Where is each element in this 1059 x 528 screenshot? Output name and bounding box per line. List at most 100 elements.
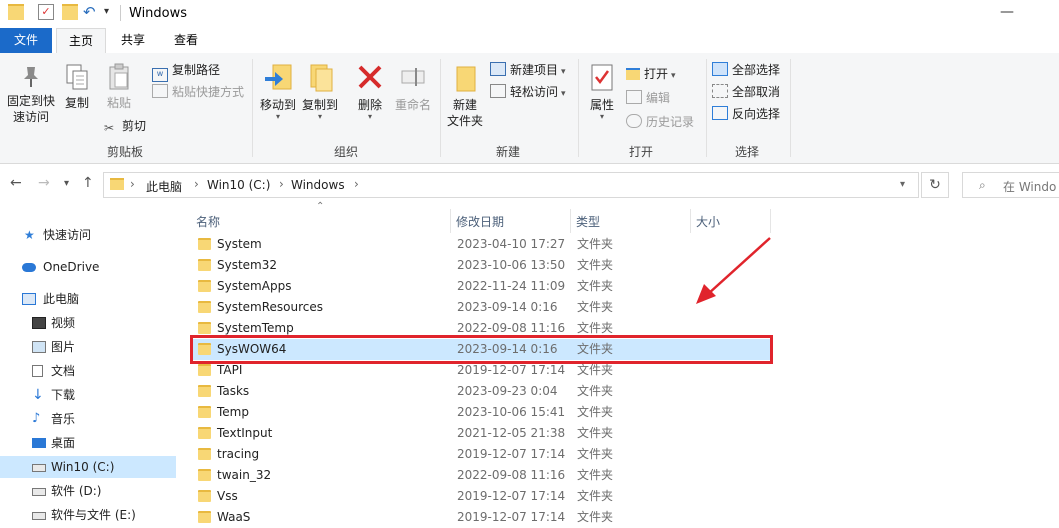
properties-icon[interactable]: ✓ — [38, 4, 54, 20]
pin-to-quick-access-button[interactable]: 固定到快 速访问 — [4, 63, 58, 125]
easy-access-icon — [490, 84, 506, 98]
nav-item-drive-d[interactable]: 软件 (D:) — [0, 480, 176, 502]
file-row[interactable]: SystemResources 2023-09-14 0:16 文件夹 — [190, 297, 770, 318]
file-row[interactable]: Vss 2019-12-07 17:14 文件夹 — [190, 486, 770, 507]
nav-item-quick-access[interactable]: ★ 快速访问 — [0, 224, 176, 246]
file-type: 文件夹 — [577, 237, 614, 251]
column-separator[interactable] — [690, 209, 691, 233]
minimize-button[interactable]: — — [1000, 4, 1014, 20]
undo-icon[interactable]: ↶ — [83, 4, 99, 20]
nav-item-drive-c[interactable]: Win10 (C:) — [0, 456, 176, 478]
nav-item-downloads[interactable]: ↓ 下载 — [0, 384, 176, 406]
recent-locations-chevron-icon[interactable]: ▾ — [64, 178, 69, 189]
back-arrow-icon[interactable]: ← — [10, 175, 22, 191]
refresh-icon: ↻ — [929, 177, 941, 193]
file-row[interactable]: WaaS 2019-12-07 17:14 文件夹 — [190, 507, 770, 528]
folder-icon — [198, 301, 211, 313]
file-type: 文件夹 — [577, 300, 614, 314]
file-name: WaaS — [217, 510, 251, 524]
column-separator[interactable] — [570, 209, 571, 233]
chevron-down-icon: ▾ — [561, 67, 566, 77]
file-row[interactable]: Tasks 2023-09-23 0:04 文件夹 — [190, 381, 770, 402]
file-row[interactable]: twain_32 2022-09-08 11:16 文件夹 — [190, 465, 770, 486]
folder-icon — [110, 178, 124, 190]
history-button[interactable]: 历史记录 — [626, 113, 694, 131]
cut-label: 剪切 — [122, 119, 147, 133]
up-arrow-icon[interactable]: ↑ — [82, 175, 94, 191]
file-date: 2023-10-06 13:50 — [457, 258, 566, 272]
chevron-down-icon: ▾ — [599, 112, 604, 121]
rename-button[interactable]: 重命名 — [390, 63, 436, 113]
file-type: 文件夹 — [577, 426, 614, 440]
new-folder-button[interactable]: 新建 文件夹 — [444, 63, 486, 129]
tab-share[interactable]: 共享 — [110, 28, 156, 53]
breadcrumb-drive-c[interactable]: Win10 (C:) — [207, 178, 270, 192]
edit-button[interactable]: 编辑 — [626, 89, 670, 107]
address-bar[interactable]: › 此电脑 › Win10 (C:) › Windows › ▾ — [103, 172, 919, 198]
nav-item-music[interactable]: ♪ 音乐 — [0, 408, 176, 430]
file-date: 2022-11-24 11:09 — [457, 279, 566, 293]
delete-label: 删除 — [357, 98, 382, 112]
file-date: 2019-12-07 17:14 — [457, 510, 566, 524]
refresh-button[interactable]: ↻ — [921, 172, 949, 198]
search-box[interactable]: ⌕ 在 Windo — [962, 172, 1059, 198]
copy-button[interactable]: 复制 — [60, 63, 94, 111]
copy-path-icon: w — [152, 68, 168, 82]
column-header-name[interactable]: 名称 — [196, 213, 220, 230]
nav-item-this-pc[interactable]: 此电脑 — [0, 288, 176, 310]
paste-shortcut-button[interactable]: 粘贴快捷方式 — [152, 83, 244, 101]
file-row[interactable]: Temp 2023-10-06 15:41 文件夹 — [190, 402, 770, 423]
customize-dropdown-icon[interactable]: ▾ — [104, 4, 120, 20]
forward-arrow-icon[interactable]: → — [38, 175, 50, 191]
tab-home[interactable]: 主页 — [56, 28, 106, 53]
select-none-button[interactable]: 全部取消 — [712, 83, 780, 101]
column-header-size[interactable]: 大小 — [696, 213, 720, 230]
new-folder-icon — [456, 66, 476, 92]
copy-path-button[interactable]: w 复制路径 — [152, 61, 220, 82]
tab-file[interactable]: 文件 — [0, 28, 52, 53]
open-button[interactable]: 打开 ▾ — [626, 65, 676, 83]
chevron-down-icon: ▾ — [561, 89, 566, 99]
column-separator[interactable] — [770, 209, 771, 233]
nav-item-videos[interactable]: 视频 — [0, 312, 176, 334]
address-dropdown-icon[interactable]: ▾ — [900, 179, 905, 190]
nav-item-label: 软件与文件 (E:) — [51, 508, 136, 522]
properties-button[interactable]: 属性 ▾ — [584, 63, 620, 121]
file-type: 文件夹 — [577, 510, 614, 524]
nav-item-desktop[interactable]: 桌面 — [0, 432, 176, 454]
breadcrumb-windows[interactable]: Windows — [291, 178, 345, 192]
invert-selection-button[interactable]: 反向选择 — [712, 105, 780, 123]
file-row[interactable]: TextInput 2021-12-05 21:38 文件夹 — [190, 423, 770, 444]
nav-item-documents[interactable]: 文档 — [0, 360, 176, 382]
edit-icon — [626, 90, 642, 104]
file-row[interactable]: SystemApps 2022-11-24 11:09 文件夹 — [190, 276, 770, 297]
file-row[interactable]: System 2023-04-10 17:27 文件夹 — [190, 234, 770, 255]
properties-label: 属性 — [589, 98, 614, 112]
copy-to-button[interactable]: 复制到 ▾ — [298, 63, 342, 121]
tab-view[interactable]: 查看 — [163, 28, 209, 53]
column-header-date[interactable]: 修改日期 — [456, 213, 504, 230]
cut-button[interactable]: ✂ 剪切 — [104, 117, 146, 135]
open-icon — [626, 68, 640, 80]
nav-item-pictures[interactable]: 图片 — [0, 336, 176, 358]
delete-button[interactable]: 删除 ▾ — [352, 63, 388, 121]
music-note-icon: ♪ — [32, 411, 41, 426]
easy-access-label: 轻松访问 — [510, 85, 559, 99]
folder-icon — [198, 406, 211, 418]
column-header-type[interactable]: 类型 — [576, 213, 600, 230]
file-row[interactable]: tracing 2019-12-07 17:14 文件夹 — [190, 444, 770, 465]
column-separator[interactable] — [450, 209, 451, 233]
history-label: 历史记录 — [646, 115, 695, 129]
new-folder-icon[interactable] — [62, 4, 78, 20]
select-all-button[interactable]: 全部选择 — [712, 61, 780, 79]
new-item-icon — [490, 62, 506, 76]
breadcrumb-this-pc[interactable]: 此电脑 — [146, 178, 182, 195]
paste-button[interactable]: 粘贴 — [102, 63, 136, 111]
nav-item-onedrive[interactable]: OneDrive — [0, 256, 176, 278]
new-item-button[interactable]: 新建项目 ▾ — [490, 61, 566, 79]
easy-access-button[interactable]: 轻松访问 ▾ — [490, 83, 566, 101]
file-row[interactable]: System32 2023-10-06 13:50 文件夹 — [190, 255, 770, 276]
nav-item-drive-e[interactable]: 软件与文件 (E:) — [0, 504, 176, 526]
divider — [120, 5, 121, 21]
move-to-button[interactable]: 移动到 ▾ — [256, 63, 300, 121]
